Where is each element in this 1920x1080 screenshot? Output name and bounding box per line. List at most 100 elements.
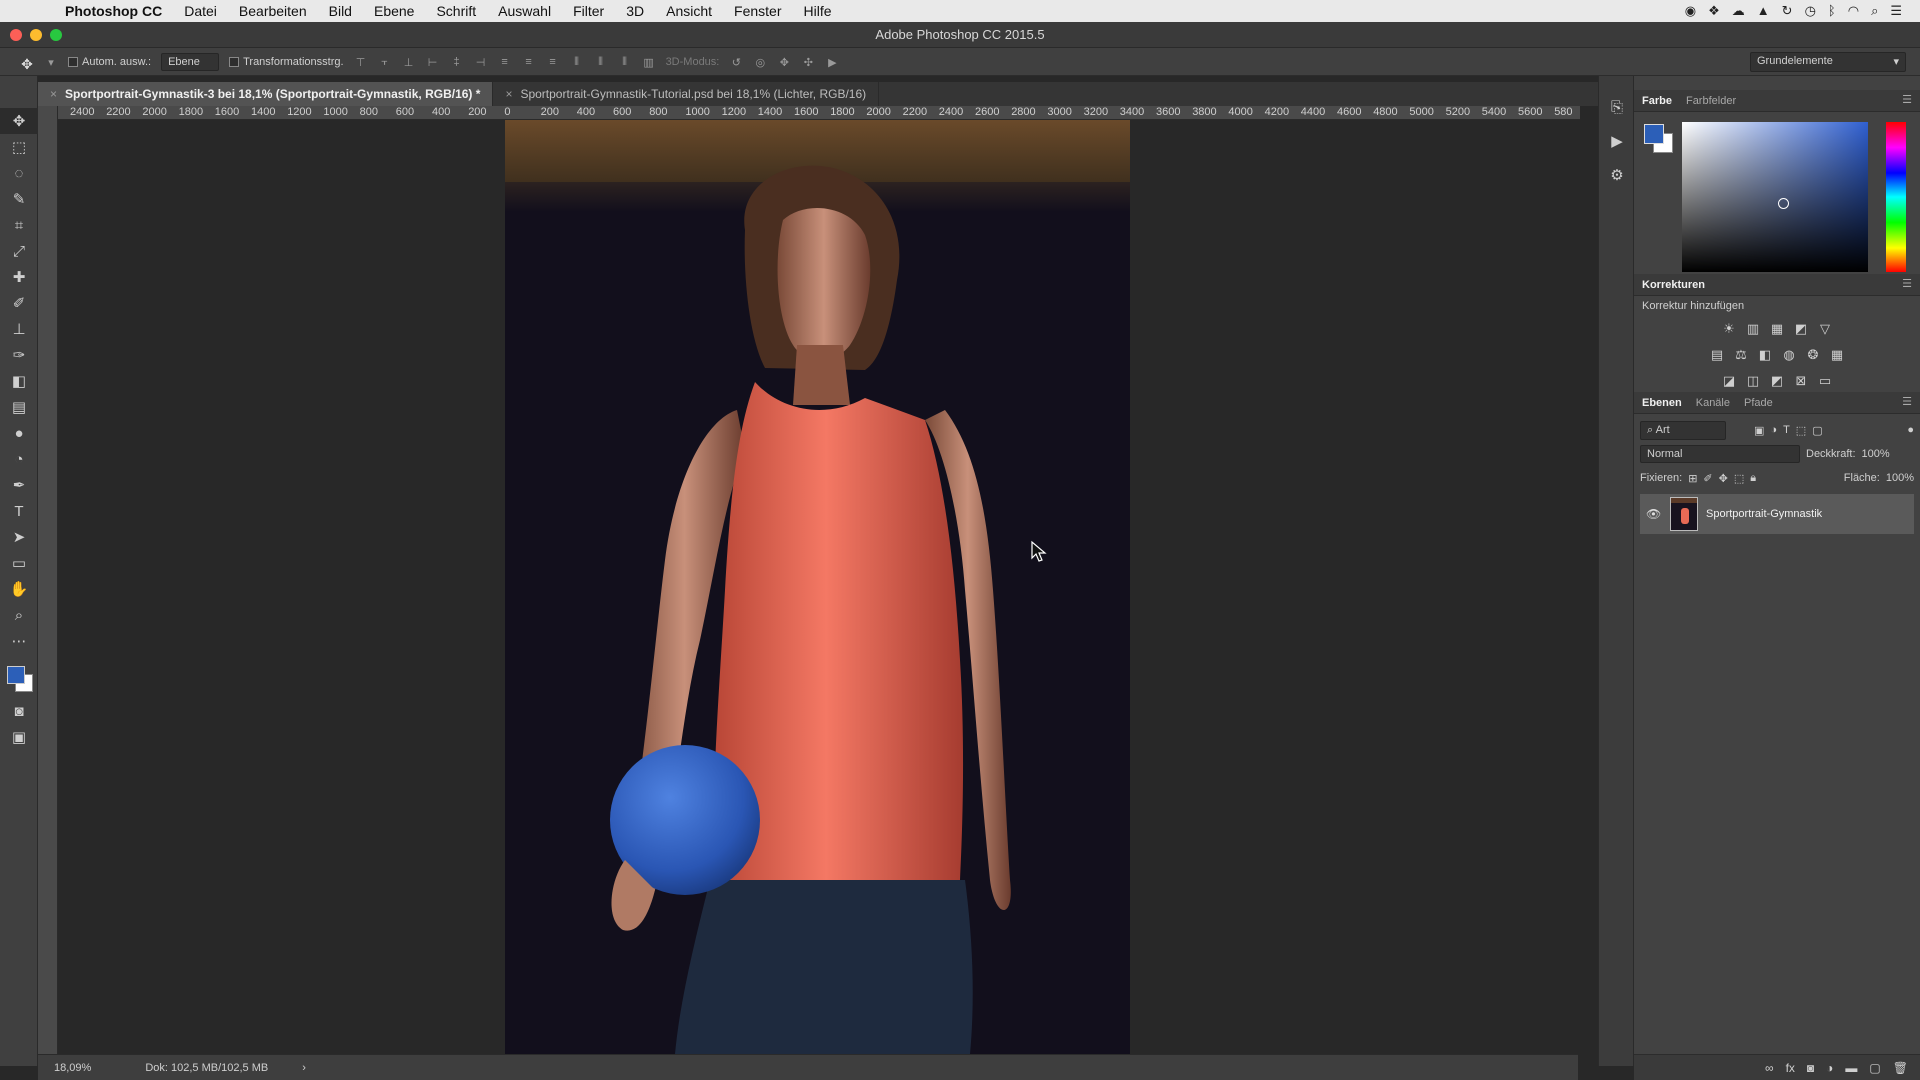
layer-row[interactable]: 👁︎ Sportportrait-Gymnastik: [1640, 494, 1914, 534]
zoom-window-button[interactable]: [50, 29, 62, 41]
photo-filter-icon[interactable]: ◍: [1781, 347, 1797, 363]
distribute-top-icon[interactable]: ≡: [498, 56, 512, 68]
menu-3d[interactable]: 3D: [615, 0, 655, 22]
color-swatches[interactable]: [0, 654, 38, 698]
layer-style-icon[interactable]: fx: [1786, 1061, 1795, 1075]
quick-mask-icon[interactable]: ◙: [0, 698, 38, 724]
link-layers-icon[interactable]: ∞: [1765, 1061, 1774, 1075]
filter-adjustment-icon[interactable]: ◑: [1770, 424, 1777, 436]
lock-artboard-icon[interactable]: ⬚: [1734, 472, 1744, 485]
creative-cloud-icon[interactable]: ☁: [1732, 3, 1745, 19]
properties-panel-icon[interactable]: ⚙: [1599, 158, 1635, 192]
filter-toggle-icon[interactable]: ●: [1907, 424, 1914, 436]
curves-icon[interactable]: ▦: [1769, 321, 1785, 337]
filter-smartobject-icon[interactable]: ▢: [1812, 424, 1822, 437]
delete-layer-icon[interactable]: 🗑︎: [1893, 1061, 1908, 1075]
brush-tool-icon[interactable]: ✐: [0, 290, 38, 316]
tab-kanaele[interactable]: Kanäle: [1696, 397, 1730, 409]
foreground-color-swatch[interactable]: [7, 666, 25, 684]
panel-color-swatches[interactable]: [1644, 124, 1674, 154]
align-top-icon[interactable]: ⊤: [354, 56, 368, 69]
eraser-tool-icon[interactable]: ◧: [0, 368, 38, 394]
close-tab-icon[interactable]: ×: [505, 87, 512, 101]
tab-document-1[interactable]: × Sportportrait-Gymnastik-3 bei 18,1% (S…: [38, 82, 494, 106]
3d-orbit-icon[interactable]: ↺: [729, 56, 743, 69]
align-vcenter-icon[interactable]: ⫟: [378, 56, 392, 68]
transform-controls-checkbox[interactable]: Transformationsstrg.: [229, 56, 344, 68]
levels-icon[interactable]: ▥: [1745, 321, 1761, 337]
dropbox-icon[interactable]: ❖: [1708, 3, 1720, 19]
panel-foreground-swatch[interactable]: [1644, 124, 1664, 144]
hand-tool-icon[interactable]: ✋: [0, 576, 38, 602]
checkbox-box[interactable]: [68, 56, 78, 67]
menu-bild[interactable]: Bild: [318, 0, 363, 22]
adjustments-title[interactable]: Korrekturen: [1642, 279, 1705, 291]
wifi-icon[interactable]: ◠: [1848, 3, 1859, 19]
new-layer-icon[interactable]: ▢: [1869, 1061, 1880, 1075]
filter-shape-icon[interactable]: ⬚: [1796, 424, 1806, 437]
layer-name[interactable]: Sportportrait-Gymnastik: [1706, 508, 1822, 520]
zoom-level[interactable]: 18,09%: [54, 1062, 91, 1074]
fill-value[interactable]: 100%: [1886, 472, 1914, 484]
menu-datei[interactable]: Datei: [173, 0, 228, 22]
hue-slider[interactable]: [1886, 122, 1906, 272]
black-white-icon[interactable]: ◧: [1757, 347, 1773, 363]
3d-pan-icon[interactable]: ✥: [777, 56, 791, 69]
auto-align-icon[interactable]: ▥: [642, 56, 656, 69]
spotlight-icon[interactable]: ⌕: [1871, 3, 1878, 19]
type-tool-icon[interactable]: T: [0, 498, 38, 524]
lock-position-icon[interactable]: ✥: [1719, 472, 1728, 485]
menu-fenster[interactable]: Fenster: [723, 0, 792, 22]
minimize-window-button[interactable]: [30, 29, 42, 41]
align-hcenter-icon[interactable]: ‡: [450, 56, 464, 68]
chevron-right-icon[interactable]: ›: [302, 1062, 306, 1074]
horizontal-ruler[interactable]: 2400 2200 2000 1800 1600 1400 1200 1000 800 600 40…: [58, 106, 1580, 120]
brightness-icon[interactable]: ☀: [1721, 321, 1737, 337]
zoom-tool-icon[interactable]: ⌕: [0, 602, 38, 628]
blend-mode-dropdown[interactable]: Normal: [1640, 445, 1800, 463]
add-mask-icon[interactable]: ◙: [1807, 1061, 1814, 1075]
distribute-hcenter-icon[interactable]: ⦀: [594, 56, 608, 68]
hue-saturation-icon[interactable]: ▤: [1709, 347, 1725, 363]
history-panel-icon[interactable]: ⎘: [1599, 90, 1635, 124]
screen-mode-icon[interactable]: ▣: [0, 724, 38, 750]
align-right-icon[interactable]: ⊣: [474, 56, 488, 69]
gradient-tool-icon[interactable]: ▤: [0, 394, 38, 420]
notification-center-icon[interactable]: ☰: [1890, 3, 1902, 19]
align-bottom-icon[interactable]: ⊥: [402, 56, 416, 69]
quick-selection-tool-icon[interactable]: ✎: [0, 186, 38, 212]
panel-menu-icon[interactable]: ☰: [1902, 93, 1912, 106]
healing-brush-tool-icon[interactable]: ✚: [0, 264, 38, 290]
3d-camera-icon[interactable]: ▶: [825, 56, 839, 69]
menu-filter[interactable]: Filter: [562, 0, 615, 22]
lock-transparent-icon[interactable]: ⊞: [1688, 472, 1697, 485]
blur-tool-icon[interactable]: ●: [0, 420, 38, 446]
checkbox-box[interactable]: [229, 56, 240, 67]
color-lookup-icon[interactable]: ▦: [1829, 347, 1845, 363]
menu-bearbeiten[interactable]: Bearbeiten: [228, 0, 318, 22]
panel-menu-icon[interactable]: ☰: [1902, 277, 1912, 290]
filter-pixel-icon[interactable]: ▣: [1754, 424, 1764, 437]
lock-all-icon[interactable]: 🔒︎: [1750, 472, 1756, 485]
workspace-dropdown[interactable]: Grundelemente ▾: [1750, 52, 1906, 72]
clone-stamp-tool-icon[interactable]: ⊥: [0, 316, 38, 342]
distribute-vcenter-icon[interactable]: ≡: [522, 56, 536, 68]
menu-app-name[interactable]: Photoshop CC: [54, 0, 173, 22]
align-left-icon[interactable]: ⊢: [426, 56, 440, 69]
distribute-right-icon[interactable]: ⦀: [618, 56, 632, 68]
menu-ansicht[interactable]: Ansicht: [655, 0, 723, 22]
time-machine-icon[interactable]: ◷: [1805, 3, 1816, 19]
distribute-left-icon[interactable]: ⦀: [570, 56, 584, 68]
menu-ebene[interactable]: Ebene: [363, 0, 425, 22]
vertical-ruler[interactable]: [38, 106, 58, 1054]
crop-tool-icon[interactable]: ⌗: [0, 212, 38, 238]
tab-pfade[interactable]: Pfade: [1744, 397, 1773, 409]
3d-slide-icon[interactable]: ✣: [801, 56, 815, 69]
opacity-value[interactable]: 100%: [1862, 448, 1890, 460]
channel-mixer-icon[interactable]: ❂: [1805, 347, 1821, 363]
posterize-icon[interactable]: ◫: [1745, 373, 1761, 389]
tab-farbfelder[interactable]: Farbfelder: [1686, 95, 1736, 107]
invert-icon[interactable]: ◪: [1721, 373, 1737, 389]
menu-auswahl[interactable]: Auswahl: [487, 0, 562, 22]
eyedropper-tool-icon[interactable]: ⤢: [0, 238, 38, 264]
